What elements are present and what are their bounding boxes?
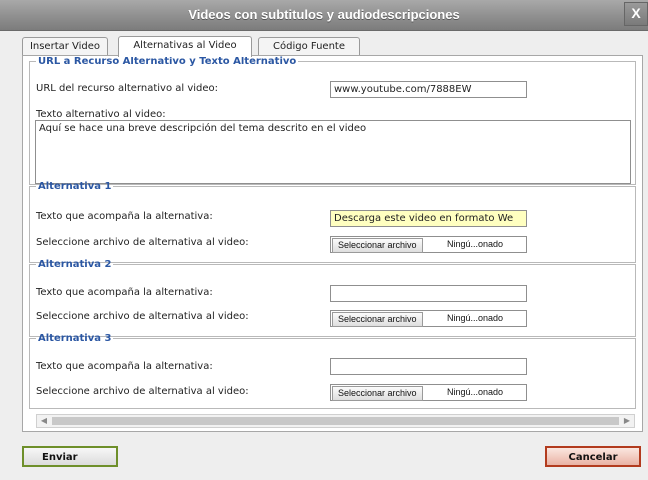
alternative-2-select-file-button[interactable]: Seleccionar archivo [332, 312, 423, 327]
alternative-1-text-label: Texto que acompaña la alternativa: [36, 211, 213, 222]
url-input[interactable]: www.youtube.com/7888EW [330, 81, 527, 98]
url-section-legend: URL a Recurso Alternativo y Texto Altern… [38, 56, 297, 67]
tab-alternativas-al-video[interactable]: Alternativas al Video [118, 36, 252, 57]
dialog-title: Videos con subtitulos y audiodescripcion… [188, 7, 460, 22]
alternative-2-file-label: Seleccione archivo de alternativa al vid… [36, 311, 249, 322]
alternative-2-text-input[interactable] [330, 285, 527, 302]
alternative-1-file-status: Ningú...onado [447, 239, 504, 249]
alternative-1-file-input[interactable]: Seleccionar archivo Ningú...onado [330, 236, 527, 253]
submit-button[interactable]: Enviar [22, 446, 118, 467]
alternative-2-file-input[interactable]: Seleccionar archivo Ningú...onado [330, 310, 527, 327]
alternative-3-file-label: Seleccione archivo de alternativa al vid… [36, 386, 249, 397]
alternative-3-file-status: Ningú...onado [447, 387, 504, 397]
tab-insertar-video[interactable]: Insertar Video [22, 37, 108, 56]
alternative-3-text-input[interactable] [330, 358, 527, 375]
url-label: URL del recurso alternativo al video: [36, 83, 219, 94]
alternative-2-legend: Alternativa 2 [38, 259, 112, 270]
alternative-3-legend: Alternativa 3 [38, 333, 112, 344]
alternative-2-file-status: Ningú...onado [447, 313, 504, 323]
dialog-window: Videos con subtitulos y audiodescripcion… [0, 0, 648, 480]
alternative-1-text-input[interactable]: Descarga este video en formato We [330, 210, 527, 227]
alternative-3-file-input[interactable]: Seleccionar archivo Ningú...onado [330, 384, 527, 401]
scroll-left-icon[interactable]: ◀ [37, 415, 51, 427]
alternative-1-file-label: Seleccione archivo de alternativa al vid… [36, 237, 249, 248]
scroll-right-icon[interactable]: ▶ [620, 415, 634, 427]
tab-codigo-fuente[interactable]: Código Fuente [258, 37, 360, 56]
close-icon[interactable]: X [624, 2, 648, 26]
alternative-3-text-label: Texto que acompaña la alternativa: [36, 361, 213, 372]
tab-panel: URL a Recurso Alternativo y Texto Altern… [22, 55, 643, 432]
alternative-1-legend: Alternativa 1 [38, 181, 112, 192]
alt-text-textarea[interactable]: Aquí se hace una breve descripción del t… [35, 120, 631, 184]
dialog-titlebar[interactable]: Videos con subtitulos y audiodescripcion… [0, 0, 648, 31]
alternative-1-select-file-button[interactable]: Seleccionar archivo [332, 238, 423, 253]
scrollbar-thumb[interactable] [52, 417, 619, 425]
cancel-button[interactable]: Cancelar [545, 446, 641, 467]
alt-text-label: Texto alternativo al video: [36, 109, 166, 120]
horizontal-scrollbar[interactable]: ◀ ▶ [36, 414, 635, 428]
alternative-3-select-file-button[interactable]: Seleccionar archivo [332, 386, 423, 401]
alternative-2-text-label: Texto que acompaña la alternativa: [36, 287, 213, 298]
